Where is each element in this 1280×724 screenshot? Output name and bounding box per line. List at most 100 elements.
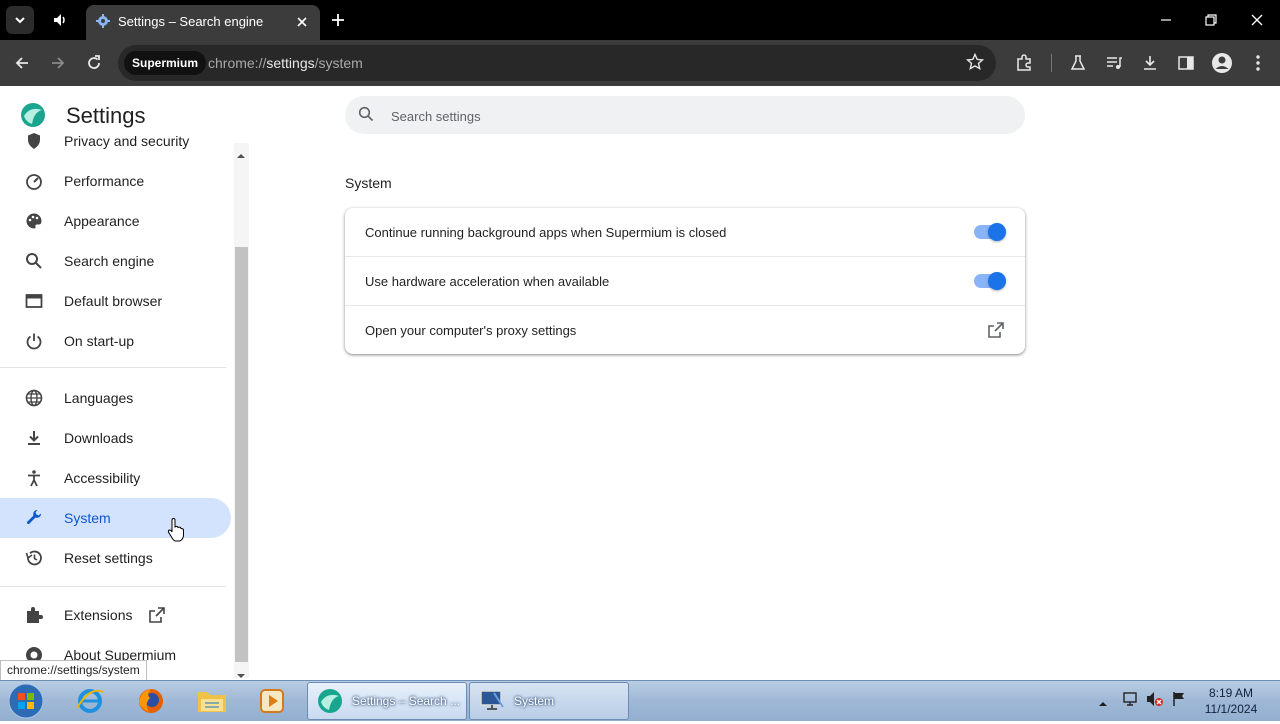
- network-icon[interactable]: [1122, 691, 1138, 712]
- section-title: System: [345, 175, 392, 191]
- site-chip[interactable]: Supermium: [124, 51, 207, 75]
- sidebar-item-label: Default browser: [64, 293, 163, 309]
- settings-search-input[interactable]: [389, 105, 993, 127]
- close-window-button[interactable]: [1245, 8, 1269, 32]
- setting-label: Use hardware acceleration when available: [365, 274, 610, 289]
- scroll-up-arrow-icon[interactable]: [236, 147, 246, 165]
- reload-button[interactable]: [80, 49, 108, 77]
- sidebar-item-privacy[interactable]: Privacy and security: [0, 133, 231, 161]
- task-label: System: [514, 694, 555, 708]
- menu-kebab-icon[interactable]: [1246, 51, 1270, 75]
- setting-label: Continue running background apps when Su…: [365, 225, 727, 240]
- setting-label: Open your computer's proxy settings: [365, 323, 577, 338]
- clock-date: 11/1/2024: [1204, 702, 1258, 716]
- restore-button[interactable]: [1199, 8, 1223, 32]
- sidebar-divider: [0, 367, 226, 368]
- sidebar-item-extensions[interactable]: Extensions: [0, 595, 231, 635]
- firefox-icon[interactable]: [129, 684, 173, 718]
- forward-button[interactable]: [44, 49, 72, 77]
- bookmark-star-icon[interactable]: [965, 52, 985, 76]
- taskbar: Settings – Search ... System 8:19 AM 11/…: [0, 680, 1280, 721]
- audio-button[interactable]: [46, 6, 74, 34]
- computer-icon: [478, 687, 506, 720]
- setting-row-hardware-acceleration[interactable]: Use hardware acceleration when available: [345, 257, 1025, 306]
- supermium-logo-icon: [316, 687, 344, 720]
- url-text[interactable]: chrome://settings/system: [208, 55, 363, 71]
- power-icon: [24, 331, 44, 351]
- labs-flask-icon[interactable]: [1066, 51, 1090, 75]
- scrollbar-thumb[interactable]: [235, 247, 248, 662]
- restore-icon: [1205, 14, 1217, 26]
- volume-muted-icon[interactable]: [1146, 691, 1164, 712]
- sidebar-item-label: Languages: [64, 390, 134, 406]
- sidebar-item-label: System: [64, 510, 111, 526]
- action-center-flag-icon[interactable]: [1171, 691, 1187, 712]
- supermium-logo-icon: [20, 102, 46, 133]
- external-link-icon[interactable]: [987, 321, 1005, 344]
- title-bar: Settings – Search engine: [0, 0, 1280, 40]
- taskbar-task-settings[interactable]: Settings – Search ...: [307, 682, 467, 720]
- download-icon: [24, 428, 44, 448]
- back-button[interactable]: [8, 49, 36, 77]
- system-settings-card: Continue running background apps when Su…: [345, 208, 1025, 354]
- setting-row-proxy-settings[interactable]: Open your computer's proxy settings: [345, 306, 1025, 355]
- sidebar-item-accessibility[interactable]: Accessibility: [0, 458, 231, 498]
- hand-cursor-icon: [167, 517, 185, 547]
- sidebar-item-label: Reset settings: [64, 550, 153, 566]
- sidebar-item-languages[interactable]: Languages: [0, 378, 231, 418]
- settings-search-box[interactable]: [345, 96, 1025, 134]
- sidebar-item-downloads[interactable]: Downloads: [0, 418, 231, 458]
- tab-title: Settings – Search engine: [118, 14, 264, 29]
- globe-icon: [24, 388, 44, 408]
- side-panel-icon[interactable]: [1174, 51, 1198, 75]
- tray-expand-arrow-icon[interactable]: [1098, 695, 1108, 713]
- taskbar-clock[interactable]: 8:19 AM 11/1/2024: [1196, 685, 1266, 717]
- wrench-icon: [24, 508, 44, 528]
- task-label: Settings – Search ...: [352, 694, 461, 708]
- url-prefix: chrome://: [208, 55, 267, 71]
- taskbar-task-system[interactable]: System: [469, 682, 629, 720]
- sidebar-item-label: Accessibility: [64, 470, 141, 486]
- start-button[interactable]: [6, 683, 46, 719]
- external-link-icon: [148, 606, 166, 629]
- sidebar-item-label: Appearance: [64, 213, 140, 229]
- sidebar-item-appearance[interactable]: Appearance: [0, 201, 231, 241]
- sidebar-item-performance[interactable]: Performance: [0, 161, 231, 201]
- background-apps-toggle[interactable]: [974, 223, 1006, 241]
- gear-icon: [96, 14, 110, 33]
- file-explorer-icon[interactable]: [190, 684, 234, 718]
- url-path: /system: [314, 55, 363, 71]
- sidebar-item-search-engine[interactable]: Search engine: [0, 241, 231, 281]
- sidebar-divider: [0, 586, 226, 587]
- sidebar-item-reset-settings[interactable]: Reset settings: [0, 538, 231, 578]
- chevron-down-icon: [15, 17, 25, 24]
- downloads-icon[interactable]: [1138, 51, 1162, 75]
- sidebar-item-default-browser[interactable]: Default browser: [0, 281, 231, 321]
- url-host: settings: [266, 55, 315, 71]
- browser-window-icon: [24, 291, 44, 311]
- media-controls-icon[interactable]: [1102, 51, 1126, 75]
- sidebar-item-on-startup[interactable]: On start-up: [0, 321, 231, 361]
- arrow-right-icon: [52, 57, 65, 69]
- speedometer-icon: [24, 171, 44, 191]
- hardware-acceleration-toggle[interactable]: [974, 272, 1006, 290]
- new-tab-button[interactable]: [324, 6, 352, 34]
- tab-search-button[interactable]: [6, 6, 34, 34]
- minimize-button[interactable]: [1154, 8, 1178, 32]
- internet-explorer-icon[interactable]: [68, 684, 112, 718]
- tab-settings[interactable]: Settings – Search engine: [86, 5, 320, 40]
- reload-icon: [88, 55, 100, 69]
- sidebar-item-label: Performance: [64, 173, 145, 189]
- extensions-icon[interactable]: [1012, 51, 1036, 75]
- browser-toolbar: Supermium chrome://settings/system: [0, 40, 1280, 86]
- status-bubble-url: chrome://settings/system: [0, 660, 147, 681]
- sidebar-item-system[interactable]: System: [0, 498, 231, 538]
- address-bar[interactable]: Supermium chrome://settings/system: [118, 45, 996, 81]
- history-icon: [24, 548, 44, 568]
- tab-close-icon[interactable]: [292, 12, 312, 32]
- profile-avatar-icon[interactable]: [1210, 51, 1234, 75]
- search-icon: [358, 106, 374, 127]
- media-player-icon[interactable]: [250, 684, 294, 718]
- setting-row-background-apps[interactable]: Continue running background apps when Su…: [345, 208, 1025, 257]
- close-icon: [1251, 14, 1263, 26]
